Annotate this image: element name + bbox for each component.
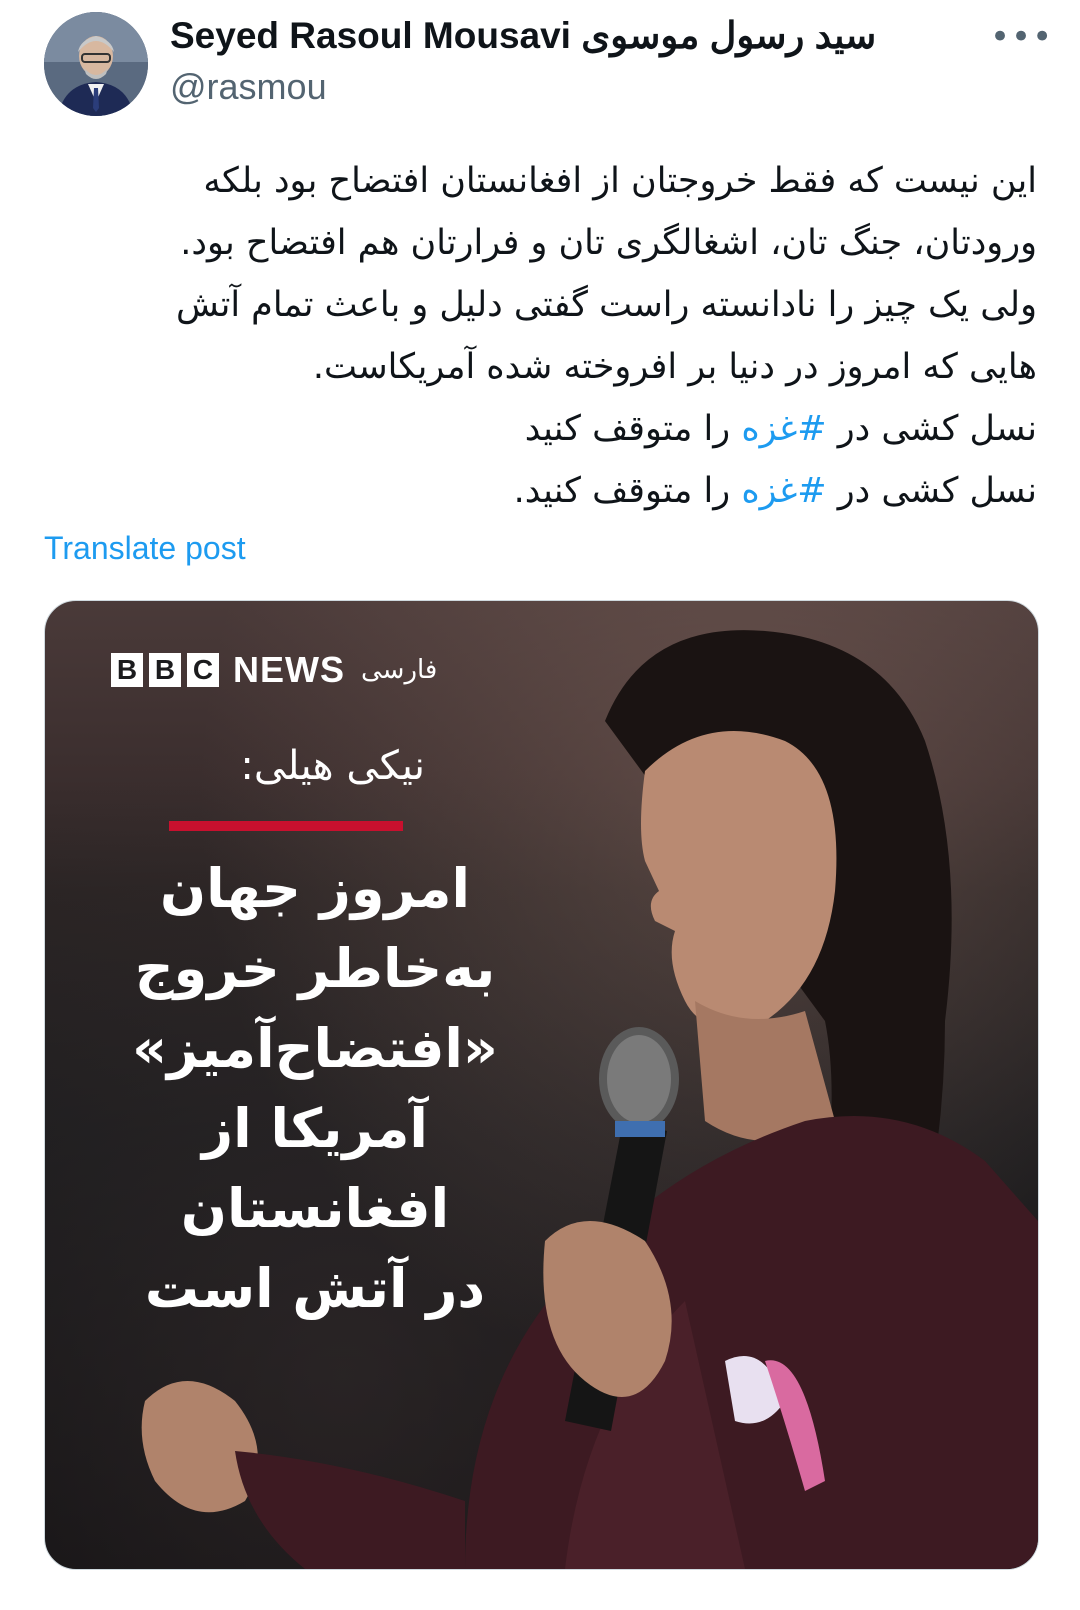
tweet-text-fragment: را متوقف کنید. xyxy=(513,471,742,511)
tweet-text-fragment: نسل کشی در xyxy=(826,409,1037,449)
tweet-line: ورودتان، جنگ تان، اشغالگری تان و فرارتان… xyxy=(180,223,1037,263)
tweet-line: نسل کشی در #غزه را متوقف کنید xyxy=(44,398,1037,460)
red-divider xyxy=(169,821,403,831)
bbc-logo-farsi: فارسی xyxy=(361,655,438,685)
bbc-logo-news: NEWS xyxy=(233,649,345,690)
bbc-logo-letter: C xyxy=(187,653,219,687)
bbc-logo-letter: B xyxy=(149,653,181,687)
bbc-news-logo: B B C NEWS فارسی xyxy=(111,649,437,691)
author-display-name[interactable]: Seyed Rasoul Mousavi سید رسول موسوی xyxy=(170,14,876,57)
author-handle[interactable]: @rasmou xyxy=(170,66,327,108)
headline-line: در آتش است xyxy=(144,1257,486,1320)
translate-post-link[interactable]: Translate post xyxy=(44,530,246,567)
avatar-photo-icon xyxy=(44,12,148,116)
tweet: Seyed Rasoul Mousavi سید رسول موسوی @ras… xyxy=(0,0,1080,1610)
hashtag-link[interactable]: #غزه xyxy=(741,471,826,511)
tweet-text-fragment: نسل کشی در xyxy=(826,471,1037,511)
avatar[interactable] xyxy=(44,12,148,116)
tweet-line: هایی که امروز در دنیا بر افروخته شده آمر… xyxy=(312,347,1037,387)
headline-line: آمریکا از افغانستان xyxy=(180,1097,450,1240)
more-options-icon[interactable]: ••• xyxy=(990,20,1052,54)
media-image[interactable]: B B C NEWS فارسی نیکی هیلی: امروز جهان ب… xyxy=(44,600,1039,1570)
tweet-line: ولی یک چیز را نادانسته راست گفتی دلیل و … xyxy=(175,285,1037,325)
tweet-text: این نیست که فقط خروجتان از افغانستان افت… xyxy=(44,150,1037,522)
tweet-text-fragment: را متوقف کنید xyxy=(524,409,742,449)
speaker-name: نیکی هیلی: xyxy=(240,743,425,789)
hashtag-link[interactable]: #غزه xyxy=(741,409,826,449)
headline-line: امروز جهان xyxy=(160,857,470,920)
headline-line: به‌خاطر خروج xyxy=(134,937,496,1000)
bbc-logo-letter: B xyxy=(111,653,143,687)
tweet-line: این نیست که فقط خروجتان از افغانستان افت… xyxy=(203,161,1037,201)
headline-line: «افتضاح‌آمیز» xyxy=(132,1017,498,1080)
media-headline: امروز جهان به‌خاطر خروج «افتضاح‌آمیز» آم… xyxy=(65,849,565,1329)
tweet-line: نسل کشی در #غزه را متوقف کنید. xyxy=(44,460,1037,522)
